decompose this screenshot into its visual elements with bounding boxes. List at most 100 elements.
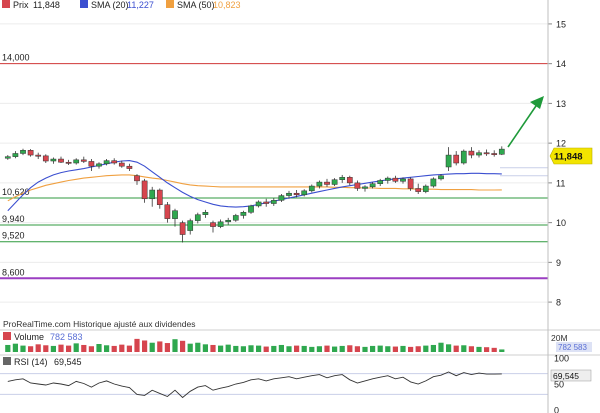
volume-bar <box>50 345 56 352</box>
candle <box>80 156 87 164</box>
sma20-line <box>7 160 502 212</box>
candle <box>430 177 437 188</box>
candle <box>278 194 285 202</box>
current-price-value: 11,848 <box>554 152 583 163</box>
volume-bar <box>446 344 452 352</box>
candle <box>232 213 239 222</box>
volume-bar <box>35 344 41 352</box>
volume-bar <box>385 346 391 352</box>
volume-axis-tick: 20M <box>551 333 568 343</box>
candle-body <box>415 188 422 192</box>
level-label: 9,940 <box>2 214 25 224</box>
volume-bar <box>461 345 467 352</box>
volume-bar <box>309 346 315 352</box>
volume-bar <box>476 346 482 352</box>
candle <box>255 200 262 208</box>
candle-body <box>232 215 239 221</box>
volume-bar <box>218 345 224 352</box>
volume-bar <box>12 343 18 352</box>
price-axis-tick-label: 15 <box>556 19 566 29</box>
volume-bar <box>377 345 383 352</box>
candle-body <box>331 179 338 185</box>
candle <box>164 201 171 223</box>
candle-body <box>278 195 285 201</box>
candle-body <box>491 153 498 155</box>
candle <box>377 178 384 187</box>
candle-body <box>301 190 308 196</box>
candle <box>498 146 505 156</box>
candle-body <box>172 210 178 219</box>
candle <box>88 159 95 171</box>
candlesticks <box>4 146 505 243</box>
volume-bar <box>66 345 72 352</box>
volume-bar <box>96 344 102 352</box>
candle-body <box>400 178 406 182</box>
price-legend-swatch <box>2 0 10 8</box>
candle-body <box>430 178 437 187</box>
candle-body <box>240 212 247 216</box>
candle <box>202 209 209 218</box>
candle-body <box>460 150 467 164</box>
candle-body <box>20 150 26 154</box>
moving-averages <box>7 160 502 212</box>
candle-body <box>118 162 125 167</box>
candle-body <box>126 165 133 169</box>
candle-body <box>88 161 95 167</box>
candle <box>445 147 452 171</box>
volume-bar <box>256 345 262 352</box>
volume-bar <box>400 345 406 352</box>
candle <box>187 218 194 235</box>
stock-chart: Prix 11,848 SMA (20) 11,227 SMA (50) 10,… <box>0 0 600 413</box>
candle <box>483 149 490 156</box>
candle <box>141 178 148 203</box>
price-legend-label: Prix <box>13 0 29 10</box>
volume-bar <box>157 341 163 352</box>
candle <box>96 162 102 169</box>
candle-body <box>27 150 34 156</box>
volume-bar <box>271 345 277 352</box>
candle-body <box>194 214 201 221</box>
rsi-value-tag-text: 69,545 <box>553 371 579 381</box>
volume-legend-swatch <box>3 332 11 340</box>
sma20-legend-swatch <box>80 0 88 8</box>
candle-body <box>255 201 262 207</box>
sma50-legend-label: SMA (50) <box>177 0 215 10</box>
candle <box>453 151 460 166</box>
candle <box>149 186 156 207</box>
sma20-legend-label: SMA (20) <box>91 0 129 10</box>
rsi-axis: 100500 <box>554 354 569 413</box>
candle <box>468 147 475 159</box>
volume-bar <box>73 343 79 352</box>
candle-body <box>293 192 300 196</box>
candle-body <box>392 177 399 182</box>
candle-body <box>96 163 102 167</box>
volume-bar <box>263 346 269 352</box>
price-legend-value: 11,848 <box>33 0 60 10</box>
volume-bar <box>316 346 322 352</box>
volume-bar <box>294 345 300 352</box>
candle <box>263 198 270 207</box>
candle-body <box>111 160 118 164</box>
candle-body <box>50 158 57 162</box>
volume-bar <box>210 344 216 352</box>
rsi-axis-tick-label: 100 <box>554 354 569 364</box>
volume-bar <box>248 345 254 352</box>
candle-body <box>179 222 186 235</box>
candle-body <box>384 177 391 181</box>
chart-watermark: ProRealTime.com Historique ajusté aux di… <box>3 319 195 329</box>
candle <box>194 212 201 224</box>
price-axis-tick-label: 13 <box>556 99 566 109</box>
candle-body <box>316 181 323 187</box>
candle-body <box>468 150 475 156</box>
level-label: 9,520 <box>2 231 25 241</box>
support-resistance-levels: 14,00010,6209,9409,5208,600 <box>0 53 548 280</box>
candle-body <box>324 181 330 185</box>
volume-bar <box>195 342 201 352</box>
candle-body <box>210 222 216 227</box>
candle <box>476 150 482 158</box>
candle-body <box>483 152 490 155</box>
candle <box>172 208 178 227</box>
candle-body <box>103 160 110 165</box>
volume-legend-value: 782 583 <box>50 332 83 342</box>
level-label: 14,000 <box>2 53 30 63</box>
